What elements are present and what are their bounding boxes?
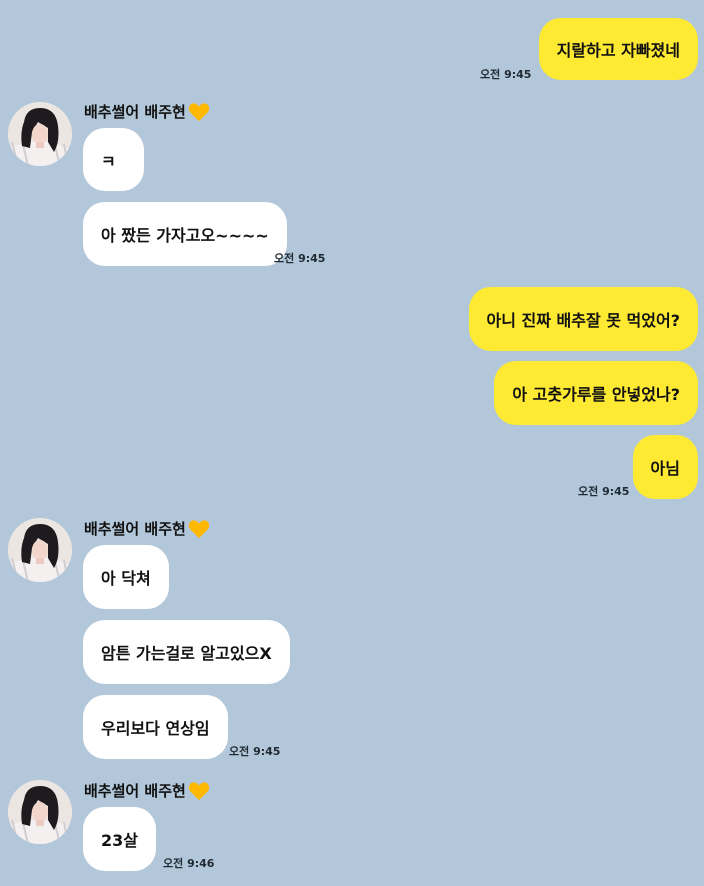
- message-timestamp: 오전 9:46: [163, 857, 215, 870]
- heart-icon: [188, 519, 210, 538]
- sender-name: 배추썰어 배주현: [84, 780, 210, 801]
- profile-avatar[interactable]: [8, 102, 72, 166]
- profile-photo: [8, 102, 72, 166]
- message-timestamp: 오전 9:45: [274, 252, 326, 265]
- message-text: 아님: [650, 459, 680, 478]
- sender-name: 배추썰어 배주현: [84, 518, 210, 539]
- my-message-bubble[interactable]: 아 고춧가루를 안넣었나?: [494, 361, 698, 425]
- their-message-bubble[interactable]: 아 짰든 가자고오~~~~: [83, 202, 287, 266]
- message-text: 아 짰든 가자고오~~~~: [101, 226, 269, 245]
- message-text: 지랄하고 자빠졌네: [556, 41, 680, 60]
- profile-avatar[interactable]: [8, 780, 72, 844]
- profile-photo: [8, 518, 72, 582]
- message-text: 23살: [101, 831, 138, 850]
- profile-avatar[interactable]: [8, 518, 72, 582]
- message-timestamp: 오전 9:45: [578, 485, 630, 498]
- message-timestamp: 오전 9:45: [480, 68, 532, 81]
- message-text: 아니 진짜 배추잘 못 먹었어?: [486, 311, 680, 330]
- their-message-bubble[interactable]: 암튼 가는걸로 알고있으X: [83, 620, 290, 684]
- message-text: 아 고춧가루를 안넣었나?: [512, 385, 680, 404]
- sender-name: 배추썰어 배주현: [84, 101, 210, 122]
- message-text: 암튼 가는걸로 알고있으X: [101, 644, 272, 663]
- my-message-bubble[interactable]: 지랄하고 자빠졌네: [538, 18, 698, 80]
- profile-photo: [8, 780, 72, 844]
- heart-icon: [188, 781, 210, 800]
- message-text: 우리보다 연상임: [101, 719, 210, 738]
- message-timestamp: 오전 9:45: [229, 745, 281, 758]
- message-text: 아 닥쳐: [101, 569, 151, 588]
- their-message-bubble[interactable]: 아 닥쳐: [83, 545, 169, 609]
- my-message-bubble[interactable]: 아니 진짜 배추잘 못 먹었어?: [468, 287, 698, 351]
- their-message-bubble[interactable]: ㅋ: [83, 128, 144, 191]
- heart-icon: [188, 102, 210, 121]
- their-message-bubble[interactable]: 우리보다 연상임: [83, 695, 228, 759]
- my-message-bubble[interactable]: 아님: [632, 435, 698, 499]
- message-text: ㅋ: [101, 151, 116, 171]
- their-message-bubble[interactable]: 23살: [83, 807, 156, 871]
